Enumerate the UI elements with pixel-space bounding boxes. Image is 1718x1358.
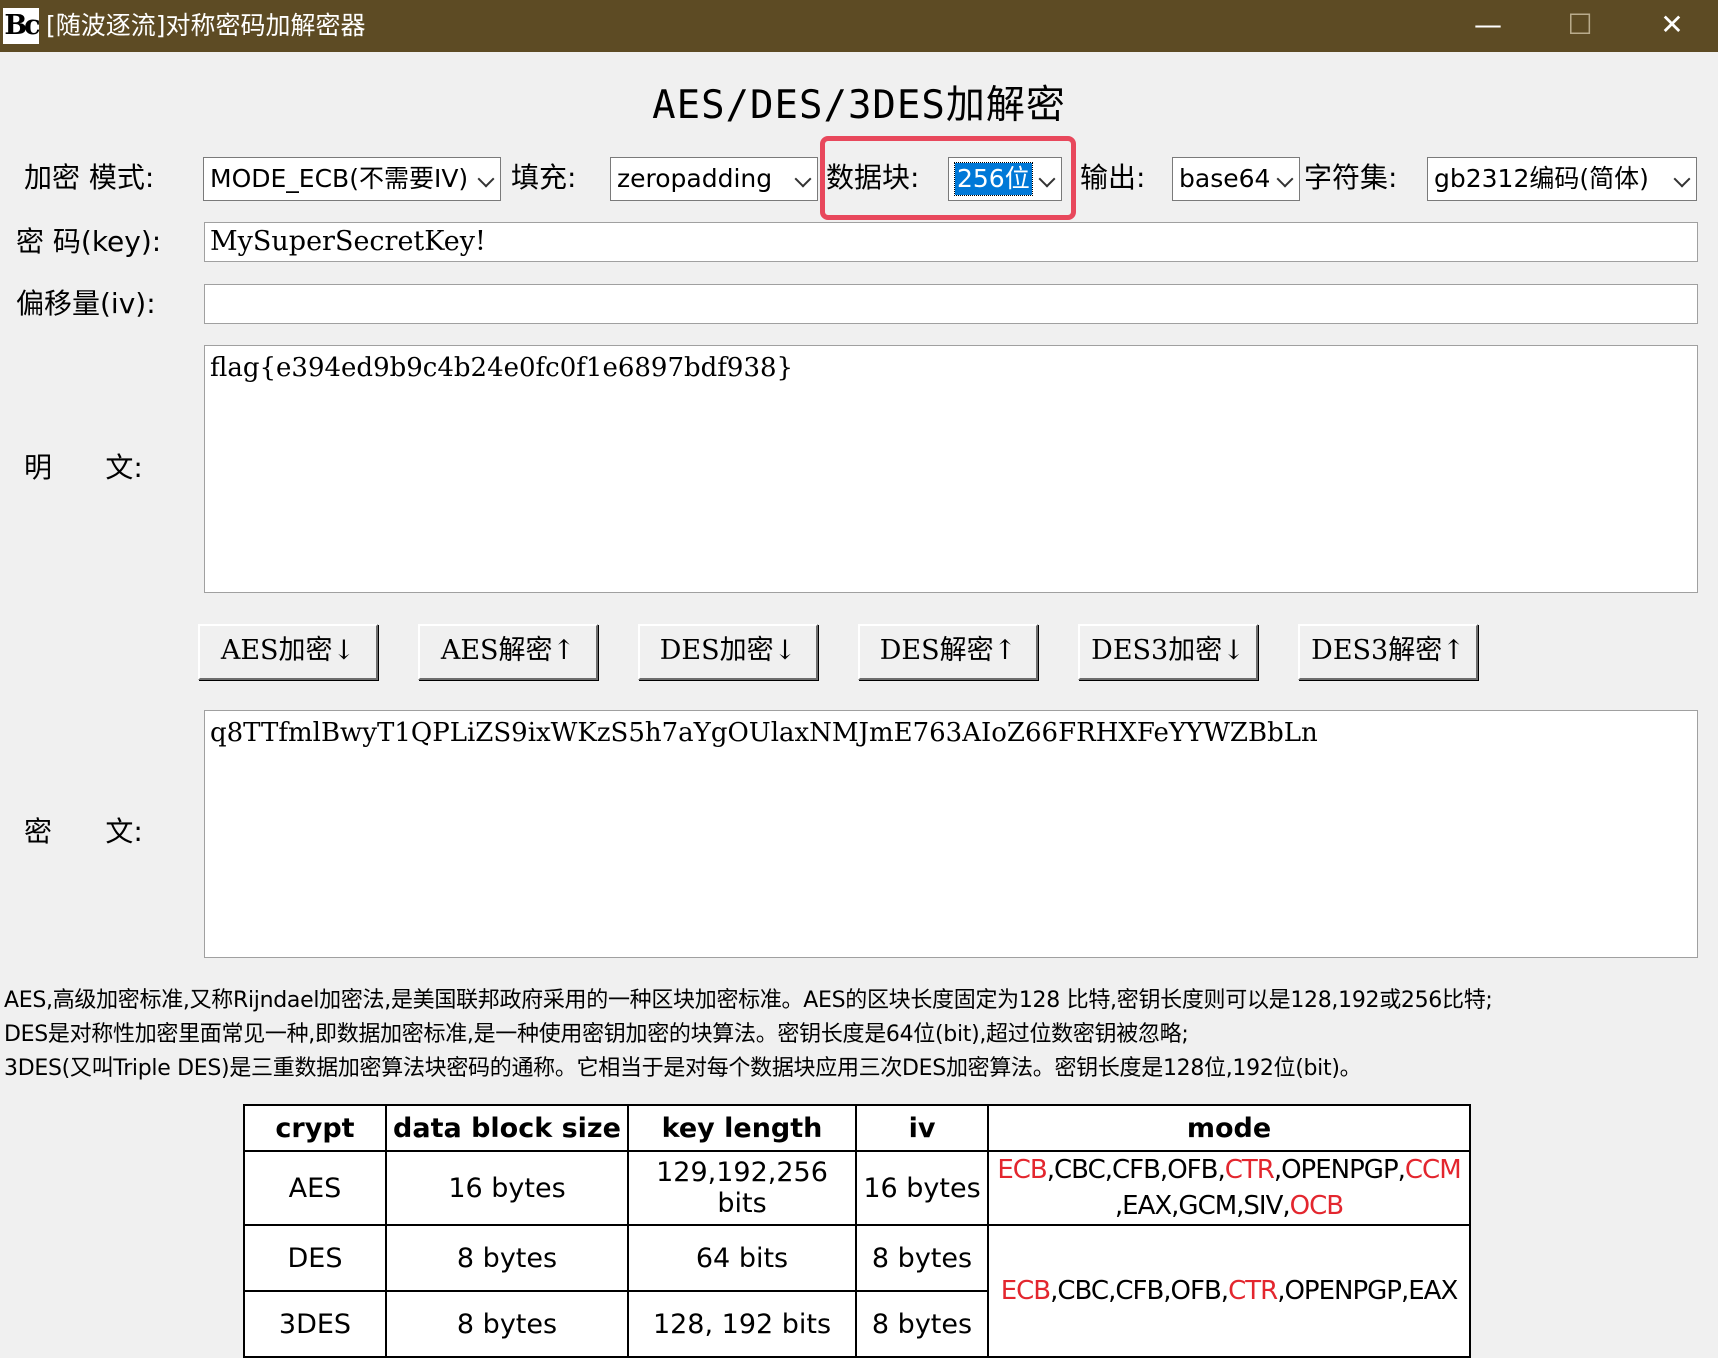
padding-label: 填充:: [511, 161, 577, 194]
iv-input[interactable]: [204, 284, 1698, 324]
mode-ecb: ECB: [1000, 1276, 1051, 1306]
mode-select[interactable]: MODE_ECB(不需要IV): [203, 157, 501, 201]
page-title: AES/DES/3DES加解密: [652, 83, 1066, 128]
chevron-down-icon: [477, 170, 495, 188]
des3-encrypt-button[interactable]: DES3加密↓: [1078, 624, 1258, 680]
des-decrypt-button[interactable]: DES解密↑: [858, 624, 1038, 680]
table-header-row: crypt data block size key length iv mode: [243, 1104, 1471, 1152]
cell-modes-des: ECB,CBC,CFB,OFB,CTR,OPENPGP,EAX: [987, 1224, 1471, 1358]
chevron-down-icon: [1276, 170, 1294, 188]
mode-list: ,CBC,CFB,OFB,: [1050, 1276, 1229, 1306]
cell-iv: 8 bytes: [855, 1290, 989, 1358]
cell-crypt: DES: [243, 1224, 387, 1292]
ciphertext-textarea[interactable]: q8TTfmlBwyT1QPLiZS9ixWKzS5h7aYgOUlaxNMJm…: [204, 710, 1698, 958]
mode-ecb: ECB: [997, 1155, 1047, 1185]
charset-label: 字符集:: [1304, 161, 1398, 194]
minimize-button[interactable]: —: [1442, 0, 1534, 52]
key-input[interactable]: MySuperSecretKey!: [204, 222, 1698, 262]
des3-decrypt-button[interactable]: DES3解密↑: [1298, 624, 1478, 680]
focus-highlight-frame: [820, 136, 1076, 220]
des-encrypt-button[interactable]: DES加密↓: [638, 624, 818, 680]
window-title: [随波逐流]对称密码加解密器: [46, 11, 366, 40]
mode-list: ,OPENPGP,: [1273, 1155, 1406, 1185]
chevron-down-icon: [1673, 170, 1691, 188]
aes-decrypt-button[interactable]: AES解密↑: [418, 624, 598, 680]
cell-iv: 8 bytes: [855, 1224, 989, 1292]
title-bar[interactable]: Bc [随波逐流]对称密码加解密器 — ☐ ✕: [0, 0, 1718, 52]
mode-list: ,CBC,CFB,OFB,: [1046, 1155, 1226, 1185]
maximize-button[interactable]: ☐: [1534, 0, 1626, 52]
padding-select[interactable]: zeropadding: [610, 157, 818, 201]
cell-key-length: 64 bits: [627, 1224, 857, 1292]
output-select-value: base64: [1179, 164, 1271, 193]
mode-ctr: CTR: [1228, 1276, 1278, 1306]
header-crypt: crypt: [243, 1104, 387, 1152]
mode-select-value: MODE_ECB(不需要IV): [210, 164, 469, 193]
header-mode: mode: [987, 1104, 1471, 1152]
table-row: DES 8 bytes 64 bits 8 bytes ECB,CBC,CFB,…: [243, 1224, 1471, 1358]
cell-block-size: 16 bytes: [385, 1150, 629, 1226]
mode-ccm: CCM: [1404, 1155, 1462, 1185]
mode-list: ,EAX,GCM,SIV,: [1114, 1191, 1291, 1221]
header-key-length: key length: [627, 1104, 857, 1152]
mode-ocb: OCB: [1289, 1191, 1344, 1221]
ciphertext-label: 密 文:: [24, 815, 143, 848]
plaintext-label: 明 文:: [24, 451, 143, 484]
iv-label: 偏移量(iv):: [16, 287, 156, 320]
close-button[interactable]: ✕: [1626, 0, 1718, 52]
chevron-down-icon: [794, 170, 812, 188]
cell-block-size: 8 bytes: [385, 1224, 629, 1292]
cell-modes-aes: ECB,CBC,CFB,OFB,CTR,OPENPGP,CCM ,EAX,GCM,…: [987, 1150, 1471, 1226]
plaintext-textarea[interactable]: flag{e394ed9b9c4b24e0fc0f1e6897bdf938}: [204, 345, 1698, 593]
cell-key-length: 128, 192 bits: [627, 1290, 857, 1358]
cell-crypt: AES: [243, 1150, 387, 1226]
cell-block-size: 8 bytes: [385, 1290, 629, 1358]
mode-ctr: CTR: [1224, 1155, 1275, 1185]
header-iv: iv: [855, 1104, 989, 1152]
aes-description: AES,高级加密标准,又称Rijndael加密法,是美国联邦政府采用的一种区块加…: [4, 988, 1493, 1013]
key-label: 密 码(key):: [16, 225, 162, 258]
aes-encrypt-button[interactable]: AES加密↓: [198, 624, 378, 680]
output-select[interactable]: base64: [1172, 157, 1300, 201]
padding-select-value: zeropadding: [617, 164, 773, 193]
charset-select-value: gb2312编码(简体): [1434, 164, 1649, 193]
output-label: 输出:: [1080, 161, 1146, 194]
mode-list: ,OPENPGP,EAX: [1277, 1276, 1458, 1306]
charset-select[interactable]: gb2312编码(简体): [1427, 157, 1697, 201]
cell-iv: 16 bytes: [855, 1150, 989, 1226]
algorithm-info-table: crypt data block size key length iv mode…: [243, 1104, 1471, 1358]
table-row: AES 16 bytes 129,192,256 bits 16 bytes E…: [243, 1150, 1471, 1226]
header-block-size: data block size: [385, 1104, 629, 1152]
cell-crypt: 3DES: [243, 1290, 387, 1358]
3des-description: 3DES(又叫Triple DES)是三重数据加密算法块密码的通称。它相当于是对…: [4, 1056, 1362, 1081]
app-logo-icon: Bc: [3, 8, 41, 44]
algorithm-description: AES,高级加密标准,又称Rijndael加密法,是美国联邦政府采用的一种区块加…: [4, 984, 1493, 1086]
cell-key-length: 129,192,256 bits: [627, 1150, 857, 1226]
mode-label: 加密 模式:: [24, 161, 155, 194]
des-description: DES是对称性加密里面常见一种,即数据加密标准,是一种使用密钥加密的块算法。密钥…: [4, 1022, 1189, 1047]
